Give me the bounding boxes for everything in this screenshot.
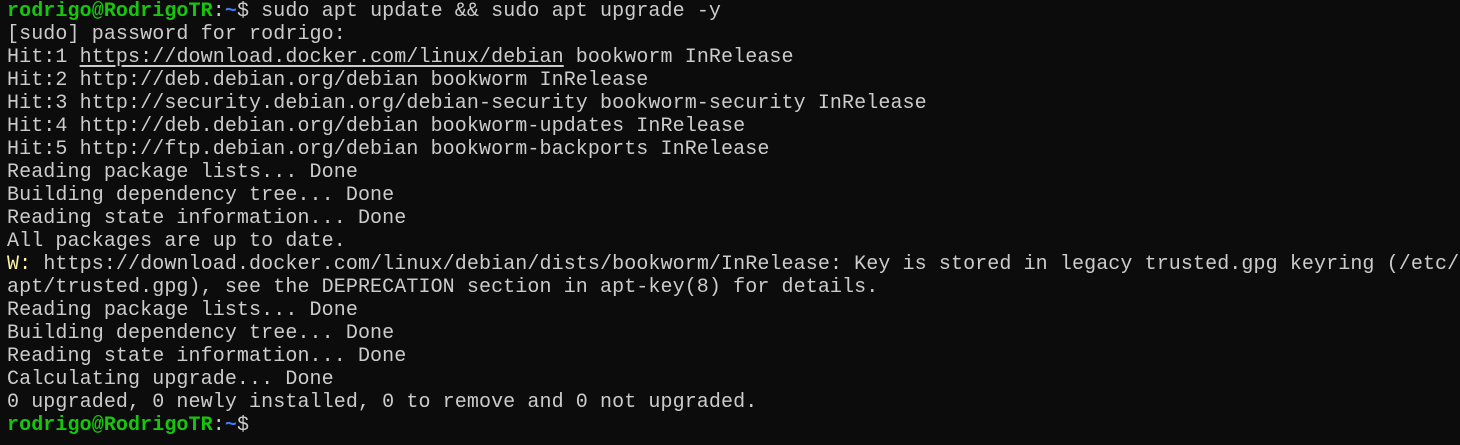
output-text: $ [236,414,262,437]
terminal-line: Hit:5 http://ftp.debian.org/debian bookw… [7,138,1460,161]
output-text: Building dependency tree... Done [7,322,395,345]
output-text: : [212,414,225,437]
output-text: : [212,0,225,23]
output-text: Reading state information... Done [7,345,407,368]
prompt-path: ~ [224,414,237,437]
url-link[interactable]: https://download.docker.com/linux/debian [80,46,564,69]
output-text: https://download.docker.com/linux/debian… [31,253,1460,276]
terminal-line: rodrigo@RodrigoTR:~$ [7,414,1460,437]
terminal-line: Hit:4 http://deb.debian.org/debian bookw… [7,115,1460,138]
terminal-line: Reading package lists... Done [7,161,1460,184]
output-text: 0 upgraded, 0 newly installed, 0 to remo… [7,391,758,414]
output-text: Calculating upgrade... Done [7,368,334,391]
terminal-line: W: https://download.docker.com/linux/deb… [7,253,1460,276]
output-text: Reading state information... Done [7,207,407,230]
prompt-user-host: rodrigo@RodrigoTR [7,414,213,437]
output-text: Reading package lists... Done [7,299,358,322]
output-text: All packages are up to date. [7,230,346,253]
prompt-user-host: rodrigo@RodrigoTR [7,0,213,23]
output-text: Hit:5 http://ftp.debian.org/debian bookw… [7,138,770,161]
terminal-line: Reading package lists... Done [7,299,1460,322]
output-text: Reading package lists... Done [7,161,358,184]
terminal-line: Hit:1 https://download.docker.com/linux/… [7,46,1460,69]
output-text: Hit:3 http://security.debian.org/debian-… [7,92,927,115]
terminal-line: Building dependency tree... Done [7,322,1460,345]
terminal-line: Building dependency tree... Done [7,184,1460,207]
terminal-line: Hit:3 http://security.debian.org/debian-… [7,92,1460,115]
terminal-line: Reading state information... Done [7,345,1460,368]
terminal-line: rodrigo@RodrigoTR:~$ sudo apt update && … [7,0,1460,23]
terminal-line: apt/trusted.gpg), see the DEPRECATION se… [7,276,1460,299]
terminal-line: Calculating upgrade... Done [7,368,1460,391]
terminal-line: 0 upgraded, 0 newly installed, 0 to remo… [7,391,1460,414]
terminal-line: All packages are up to date. [7,230,1460,253]
output-text: bookworm InRelease [563,46,794,69]
warning-label: W: [7,253,32,276]
terminal-line: [sudo] password for rodrigo: [7,23,1460,46]
output-text: $ sudo apt update && sudo apt upgrade -y [236,0,722,23]
output-text: Building dependency tree... Done [7,184,395,207]
prompt-path: ~ [224,0,237,23]
output-text: [sudo] password for rodrigo: [7,23,346,46]
terminal-line: Hit:2 http://deb.debian.org/debian bookw… [7,69,1460,92]
output-text: Hit:4 http://deb.debian.org/debian bookw… [7,115,746,138]
terminal-line: Reading state information... Done [7,207,1460,230]
output-text: apt/trusted.gpg), see the DEPRECATION se… [7,276,879,299]
output-text: Hit:1 [7,46,80,69]
output-text: Hit:2 http://deb.debian.org/debian bookw… [7,69,649,92]
terminal-output[interactable]: rodrigo@RodrigoTR:~$ sudo apt update && … [0,0,1460,437]
